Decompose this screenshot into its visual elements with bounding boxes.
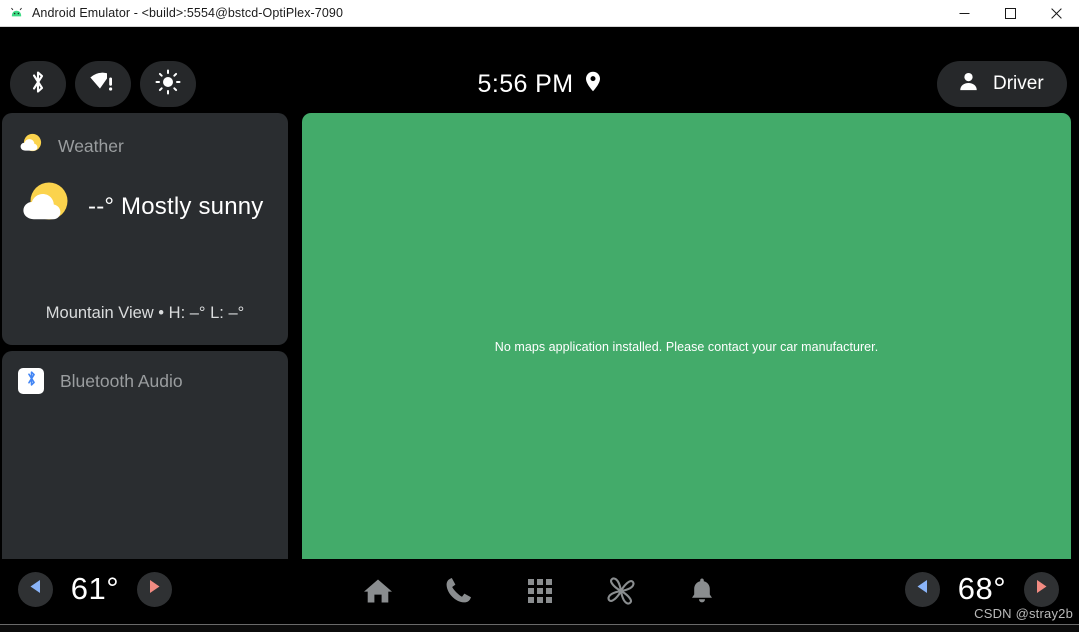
weather-card-title: Weather <box>58 136 124 156</box>
weather-condition-text: --° Mostly sunny <box>88 192 264 220</box>
passenger-temp-value: 68° <box>957 571 1007 606</box>
media-card[interactable]: Bluetooth Audio <box>2 351 288 581</box>
media-app-badge <box>18 368 44 394</box>
minimize-button[interactable] <box>941 0 987 27</box>
android-emulator-icon <box>9 6 24 21</box>
sun-cloud-icon <box>18 131 44 162</box>
home-body: Weather --° Mostly sunny Mountain View •… <box>0 87 1079 600</box>
media-card-header: Bluetooth Audio <box>18 368 272 394</box>
bluetooth-icon <box>25 370 38 392</box>
bell-icon <box>690 577 714 610</box>
passenger-temperature: 68° <box>905 571 1059 607</box>
watermark-text: CSDN @stray2b <box>974 606 1073 621</box>
window-title-group: Android Emulator - <build>:5554@bstcd-Op… <box>0 6 941 21</box>
grid-apps-icon <box>527 578 553 609</box>
android-auto-emulator-window: Android Emulator - <build>:5554@bstcd-Op… <box>0 0 1079 632</box>
media-card-title: Bluetooth Audio <box>60 370 183 391</box>
map-empty-message: No maps application installed. Please co… <box>494 340 879 354</box>
maximize-button[interactable] <box>987 0 1033 27</box>
nav-apps[interactable] <box>520 573 560 613</box>
triangle-right-icon <box>1035 579 1048 599</box>
weather-condition-row: --° Mostly sunny <box>18 176 272 237</box>
passenger-temp-increase-button[interactable] <box>1024 571 1059 607</box>
home-icon <box>363 577 393 610</box>
sun-cloud-icon <box>18 176 74 237</box>
nav-climate[interactable] <box>601 573 641 613</box>
triangle-left-icon <box>916 579 929 599</box>
nav-dialer[interactable] <box>439 573 479 613</box>
close-button[interactable] <box>1033 0 1079 27</box>
fan-icon <box>606 576 636 611</box>
window-bottom-edge <box>0 624 1079 632</box>
sidebar-cards: Weather --° Mostly sunny Mountain View •… <box>2 113 288 581</box>
window-title-bar: Android Emulator - <build>:5554@bstcd-Op… <box>0 0 1079 27</box>
passenger-temp-decrease-button[interactable] <box>905 571 940 607</box>
window-title-text: Android Emulator - <build>:5554@bstcd-Op… <box>32 6 344 20</box>
window-controls <box>941 0 1079 27</box>
nav-home[interactable] <box>358 573 398 613</box>
weather-card[interactable]: Weather --° Mostly sunny Mountain View •… <box>2 113 288 345</box>
map-panel[interactable]: No maps application installed. Please co… <box>302 113 1071 581</box>
system-status-bar: 5:56 PM Driver <box>0 27 1079 107</box>
phone-icon <box>445 577 472 609</box>
weather-location-highlow: Mountain View • H: –° L: –° <box>45 304 245 322</box>
emulator-screen: 5:56 PM Driver Weather --° Mostly sunny … <box>0 27 1079 624</box>
nav-notifications[interactable] <box>682 573 722 613</box>
weather-card-header: Weather <box>18 131 272 162</box>
bottom-nav-bar: 61° 68° CSDN @stray2b <box>0 559 1079 624</box>
